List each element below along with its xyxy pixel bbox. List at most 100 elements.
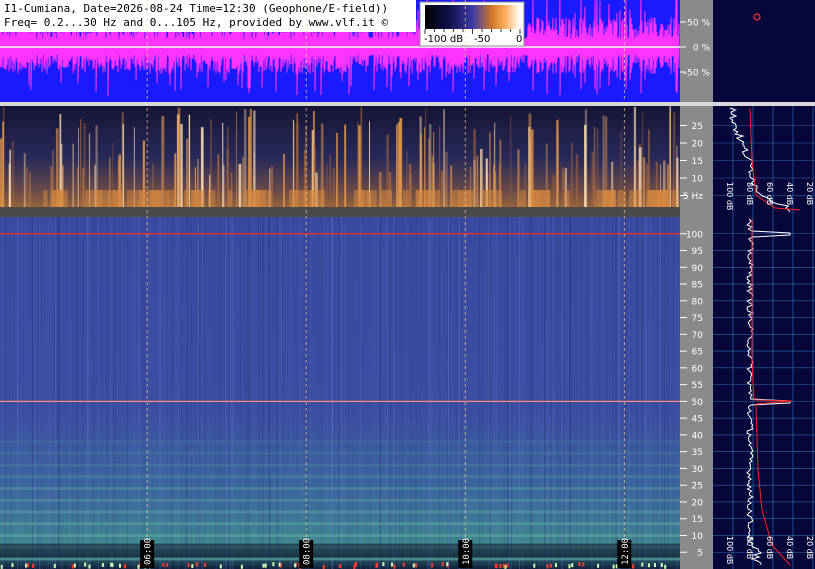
upper-axis-tick-label: 15 [692,157,703,167]
texture-line [602,217,604,569]
burst-streak [642,111,644,207]
texture-line [50,217,52,569]
texture-line [479,217,481,569]
bottom-speckle [391,562,393,567]
texture-line [300,217,302,569]
texture-line [459,217,460,569]
texture-line [61,217,63,569]
texture-line [275,217,277,569]
burst-streak [445,151,448,207]
burst-streak [78,127,79,207]
texture-line [521,217,523,569]
texture-line [629,217,630,569]
burst-floor [602,190,616,207]
texture-line [567,217,569,569]
bottom-speckle [446,562,449,567]
texture-line [253,217,255,569]
bottom-speckle [654,563,656,568]
lower-axis-tick-label: 75 [692,314,703,324]
texture-line [36,217,37,569]
bottom-speckle [641,562,644,567]
texture-line [366,217,367,569]
bottom-speckle [162,562,165,567]
panel-separator [0,102,815,106]
texture-line [46,217,47,569]
texture-line [675,217,677,569]
title-line-2: Freq= 0.2...30 Hz and 0...105 Hz, provid… [4,16,388,29]
texture-line [620,217,621,569]
texture-line [593,217,595,569]
burst-streak [76,167,79,207]
burst-floor [530,190,536,207]
burst-streak [529,138,531,207]
lower-axis-tick-label: 30 [692,465,704,475]
burst-streak [571,142,573,207]
lower-db-label: 80 dB [745,536,754,559]
texture-line [612,217,613,569]
texture-line [52,217,53,569]
burst-streak [222,122,224,207]
texture-line [55,217,56,569]
texture-line [248,217,250,569]
texture-line [547,217,548,569]
lower-axis-tick-label: 55 [692,381,703,391]
texture-line [197,217,198,569]
texture-line [25,217,27,569]
burst-floor [671,190,678,207]
bottom-speckle [262,563,265,568]
burst-streak [23,153,26,207]
texture-line [619,217,620,569]
burst-floor [126,190,144,207]
spectrogram-canvas: 50 % 0 % -50 % I1-Cumiana, Date=2026-08-24… [0,0,815,569]
burst-streak [283,154,285,207]
bottom-speckle [533,563,536,568]
burst-floor [629,190,642,207]
lower-axis-tick-label: 90 [692,264,704,274]
texture-line [101,217,103,569]
texture-line [177,217,179,569]
texture-line [321,217,322,569]
bottom-speckle [632,564,635,569]
texture-line [72,217,74,569]
texture-line [48,217,49,569]
texture-line [351,217,353,569]
texture-line [578,217,580,569]
texture-line [610,217,611,569]
texture-line [229,217,230,569]
texture-line [337,217,339,569]
burst-floor [380,190,392,207]
texture-line [374,217,376,569]
texture-line [634,217,636,569]
lower-db-label: 20 dB [805,536,814,559]
burst-floor [228,190,233,207]
texture-line [196,217,198,569]
texture-line [297,217,299,569]
texture-line [549,217,550,569]
texture-line [635,217,637,569]
bottom-speckle [88,564,91,569]
texture-line [441,217,442,569]
title-line-1: I1-Cumiana, Date=2026-08-24 Time=12:30 (… [4,2,388,15]
texture-line [645,217,647,569]
texture-line [534,217,535,569]
texture-line [191,217,192,569]
burst-floor [154,190,160,207]
texture-line [232,217,234,569]
lower-axis-tick-label: 65 [692,348,703,358]
texture-line [546,217,547,569]
texture-line [369,217,371,569]
bottom-speckle [338,564,341,569]
texture-line [576,217,577,569]
texture-line [625,217,626,569]
spectrum-panels: 100 dB 100 dB 80 dB 80 dB 60 dB 60 dB 40 dB 40 … [713,106,815,569]
texture-line [638,217,639,569]
burst-streak [556,120,559,207]
texture-line [268,217,269,569]
texture-line [636,217,638,569]
bottom-speckle [203,562,206,567]
burst-floor [244,190,260,207]
time-label: 10:00 [462,538,472,565]
texture-line [558,217,560,569]
burst-streak [0,138,3,207]
bottom-speckle [660,562,663,567]
